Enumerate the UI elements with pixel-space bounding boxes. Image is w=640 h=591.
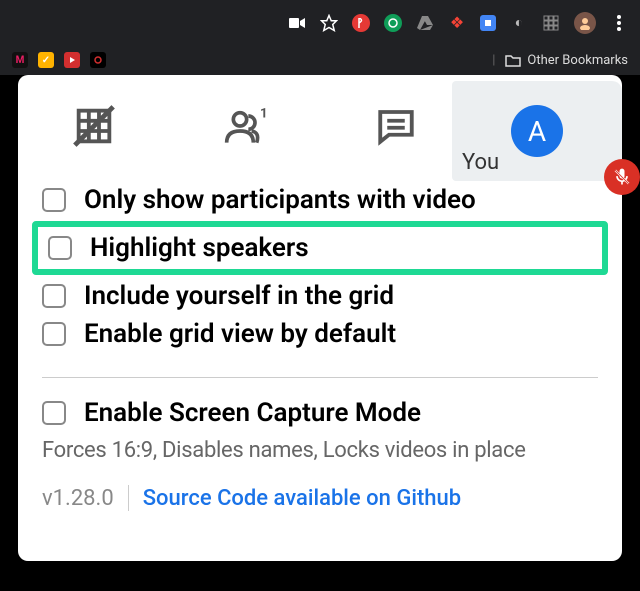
- option-highlight-speakers[interactable]: Highlight speakers: [48, 233, 592, 263]
- option-label: Highlight speakers: [90, 233, 309, 263]
- drive-icon[interactable]: [416, 14, 434, 32]
- tab-grid-off[interactable]: [18, 81, 169, 171]
- bookmark-icon-dark[interactable]: [90, 52, 106, 68]
- self-video-tile[interactable]: A You: [452, 81, 622, 181]
- apps-grid-icon[interactable]: [542, 14, 560, 32]
- bookmark-icon-play[interactable]: [64, 52, 80, 68]
- version-label: v1.28.0: [42, 486, 114, 511]
- checkbox[interactable]: [42, 401, 66, 425]
- checkbox[interactable]: [42, 188, 66, 212]
- highlighted-option: Highlight speakers: [32, 221, 608, 275]
- settings-panel: 1 A You: [18, 75, 622, 561]
- self-label: You: [462, 150, 499, 175]
- avatar-letter: A: [528, 115, 546, 148]
- tab-chat[interactable]: [320, 81, 471, 171]
- ext-icon-red[interactable]: [352, 14, 370, 32]
- extensions-toolbar: ❖ ◐: [0, 0, 640, 45]
- checkbox[interactable]: [42, 284, 66, 308]
- self-avatar: A: [511, 105, 563, 157]
- star-icon[interactable]: [320, 14, 338, 32]
- camera-icon[interactable]: [288, 14, 306, 32]
- other-bookmarks-button[interactable]: | Other Bookmarks: [492, 53, 628, 68]
- checkbox[interactable]: [42, 322, 66, 346]
- option-screen-capture[interactable]: Enable Screen Capture Mode: [42, 394, 598, 432]
- browser-chrome: ❖ ◐ M ✓ | Other Bookmarks: [0, 0, 640, 75]
- option-include-yourself[interactable]: Include yourself in the grid: [42, 277, 598, 315]
- profile-avatar-icon[interactable]: [574, 12, 596, 34]
- bookmark-icon-m[interactable]: M: [12, 52, 28, 68]
- checkbox[interactable]: [48, 236, 72, 260]
- other-bookmarks-label: Other Bookmarks: [527, 53, 628, 68]
- bookmarks-bar: M ✓ | Other Bookmarks: [0, 45, 640, 75]
- source-code-link[interactable]: Source Code available on Github: [143, 486, 461, 511]
- svg-text:1: 1: [260, 107, 268, 122]
- ext-icon-bulb[interactable]: ◐: [510, 14, 528, 32]
- ext-icon-blue[interactable]: [480, 15, 496, 31]
- option-only-video[interactable]: Only show participants with video: [42, 181, 598, 219]
- meet-content: 1 A You: [0, 75, 640, 591]
- mic-muted-icon[interactable]: [604, 159, 640, 195]
- option-label: Enable grid view by default: [84, 319, 396, 349]
- panel-footer: v1.28.0 Source Code available on Github: [18, 463, 622, 511]
- divider: [42, 377, 598, 378]
- tab-people[interactable]: 1: [169, 81, 320, 171]
- screen-capture-description: Forces 16:9, Disables names, Locks video…: [18, 432, 622, 463]
- ext-icon-diamond[interactable]: ❖: [448, 14, 466, 32]
- option-label: Only show participants with video: [84, 185, 476, 215]
- option-label: Enable Screen Capture Mode: [84, 398, 421, 428]
- bookmark-icon-orange[interactable]: ✓: [38, 52, 54, 68]
- browser-menu-icon[interactable]: [610, 14, 628, 32]
- footer-divider: [128, 485, 129, 511]
- option-label: Include yourself in the grid: [84, 281, 394, 311]
- options-list: Only show participants with video Highli…: [18, 171, 622, 432]
- option-enable-default[interactable]: Enable grid view by default: [42, 315, 598, 353]
- ext-icon-green[interactable]: [384, 14, 402, 32]
